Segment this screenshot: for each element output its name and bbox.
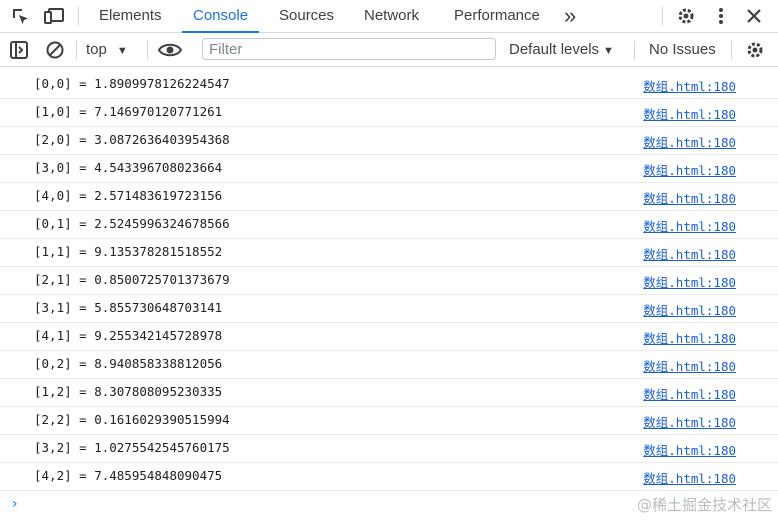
console-message-text: [3,2] = 1.0275542545760175 (34, 440, 230, 455)
tab-sources[interactable]: Sources (268, 0, 345, 32)
tab-performance[interactable]: Performance (443, 0, 551, 32)
source-link[interactable]: 数组.html:180 (643, 328, 736, 347)
source-link[interactable]: 数组.html:180 (643, 132, 736, 151)
tab-network[interactable]: Network (353, 0, 430, 32)
console-message-row: [1,0] = 7.146970120771261 数组.html:180 (0, 99, 778, 127)
console-message-text: [2,1] = 0.8500725701373679 (34, 272, 230, 287)
console-message-row: [4,2] = 7.485954848090475 数组.html:180 (0, 463, 778, 491)
live-expression-eye-icon[interactable] (157, 40, 183, 60)
source-link[interactable]: 数组.html:180 (643, 188, 736, 207)
source-link[interactable]: 数组.html:180 (643, 468, 736, 487)
inspect-element-icon[interactable] (10, 6, 30, 26)
source-link[interactable]: 数组.html:180 (643, 440, 736, 459)
issues-button[interactable]: No Issues (649, 33, 716, 66)
console-message-text: [3,0] = 4.543396708023664 (34, 160, 223, 175)
console-message-row: [3,2] = 1.0275542545760175 数组.html:180 (0, 435, 778, 463)
console-message-row: [0,1] = 2.5245996324678566 数组.html:180 (0, 211, 778, 239)
context-selector[interactable]: top ▼ (86, 33, 128, 66)
source-link[interactable]: 数组.html:180 (643, 412, 736, 431)
console-message-row: [1,1] = 9.135378281518552 数组.html:180 (0, 239, 778, 267)
console-log: [0,0] = 1.8909978126224547 数组.html:180 [1,… (0, 71, 778, 491)
console-message-row: [2,2] = 0.1616029390515994 数组.html:180 (0, 407, 778, 435)
filter-input[interactable] (202, 38, 496, 60)
console-message-row: [4,1] = 9.255342145728978 数组.html:180 (0, 323, 778, 351)
show-sidebar-icon[interactable] (9, 40, 29, 60)
devtools-tab-bar: Elements Console Sources Network Perform… (0, 0, 778, 33)
device-toolbar-icon[interactable] (44, 6, 64, 26)
watermark: @稀土掘金技术社区 (636, 496, 772, 514)
close-icon[interactable] (744, 6, 764, 26)
console-message-text: [4,0] = 2.571483619723156 (34, 188, 223, 203)
toolbar-divider (731, 41, 732, 59)
console-message-text: [3,1] = 5.855730648703141 (34, 300, 223, 315)
console-message-text: [0,1] = 2.5245996324678566 (34, 216, 230, 231)
console-message-row: [0,2] = 8.940858338812056 数组.html:180 (0, 351, 778, 379)
source-link[interactable]: 数组.html:180 (643, 104, 736, 123)
source-link[interactable]: 数组.html:180 (643, 216, 736, 235)
console-message-row: [0,0] = 1.8909978126224547 数组.html:180 (0, 71, 778, 99)
console-message-text: [4,1] = 9.255342145728978 (34, 328, 223, 343)
tab-divider (78, 7, 79, 25)
source-link[interactable]: 数组.html:180 (643, 300, 736, 319)
console-message-row: [2,1] = 0.8500725701373679 数组.html:180 (0, 267, 778, 295)
context-label: top (86, 41, 107, 58)
source-link[interactable]: 数组.html:180 (643, 244, 736, 263)
source-link[interactable]: 数组.html:180 (643, 160, 736, 179)
console-message-text: [4,2] = 7.485954848090475 (34, 468, 223, 483)
console-message-text: [1,0] = 7.146970120771261 (34, 104, 223, 119)
console-message-row: [3,1] = 5.855730648703141 数组.html:180 (0, 295, 778, 323)
console-message-text: [0,0] = 1.8909978126224547 (34, 76, 230, 91)
console-prompt[interactable]: › (12, 496, 18, 512)
source-link[interactable]: 数组.html:180 (643, 356, 736, 375)
more-options-icon[interactable] (711, 6, 731, 26)
clear-console-icon[interactable] (45, 40, 65, 60)
console-toolbar: top▼ Default levels▼ No Issues (0, 33, 778, 67)
console-message-row: [2,0] = 3.0872636403954368 数组.html:180 (0, 127, 778, 155)
caret-down-icon: ▼ (116, 45, 128, 57)
tab-divider (662, 7, 663, 25)
toolbar-divider (634, 41, 635, 59)
source-link[interactable]: 数组.html:180 (643, 384, 736, 403)
console-message-row: [4,0] = 2.571483619723156 数组.html:180 (0, 183, 778, 211)
tab-console[interactable]: Console (182, 0, 260, 33)
caret-down-icon: ▼ (603, 45, 614, 57)
toolbar-divider (147, 41, 148, 59)
console-message-text: [2,0] = 3.0872636403954368 (34, 132, 230, 147)
more-tabs-button[interactable]: » (553, 0, 587, 32)
console-message-text: [2,2] = 0.1616029390515994 (34, 412, 230, 427)
console-message-row: [3,0] = 4.543396708023664 数组.html:180 (0, 155, 778, 183)
settings-gear-icon[interactable] (676, 6, 696, 26)
log-levels-label: Default levels (509, 41, 600, 58)
console-message-text: [1,2] = 8.307808095230335 (34, 384, 223, 399)
console-message-text: [0,2] = 8.940858338812056 (34, 356, 223, 371)
tab-elements[interactable]: Elements (88, 0, 173, 32)
log-levels-dropdown[interactable]: Default levels ▼ (509, 33, 614, 66)
console-settings-gear-icon[interactable] (745, 40, 765, 60)
console-message-row: [1,2] = 8.307808095230335 数组.html:180 (0, 379, 778, 407)
source-link[interactable]: 数组.html:180 (643, 76, 736, 95)
source-link[interactable]: 数组.html:180 (643, 272, 736, 291)
console-message-text: [1,1] = 9.135378281518552 (34, 244, 223, 259)
toolbar-divider (76, 41, 77, 59)
